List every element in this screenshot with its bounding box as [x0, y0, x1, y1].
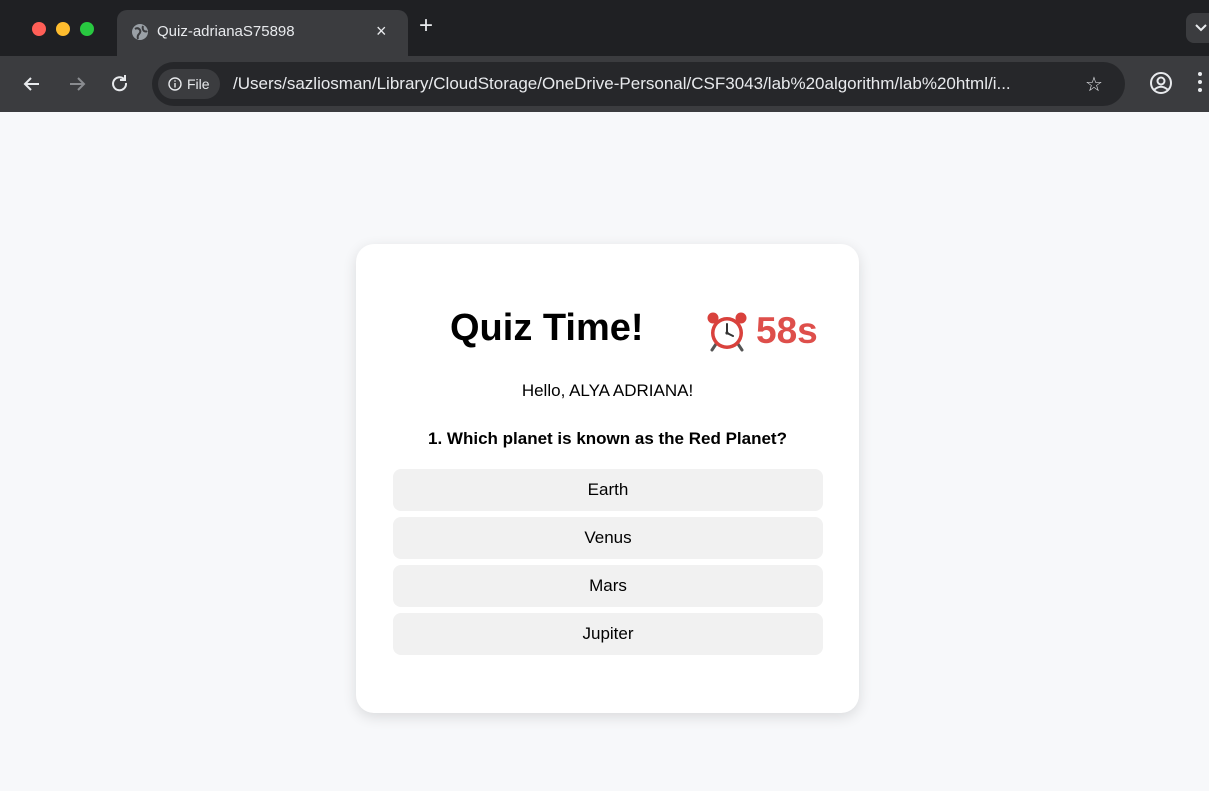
answer-options: Earth Venus Mars Jupiter	[393, 469, 823, 661]
tab-title: Quiz-adrianaS75898	[157, 23, 295, 40]
tab-search-button[interactable]	[1186, 13, 1209, 43]
tab-strip: Quiz-adrianaS75898 × +	[0, 0, 1209, 56]
globe-icon	[132, 24, 148, 40]
greeting-text: Hello, ALYA ADRIANA!	[521, 381, 694, 400]
more-menu-icon[interactable]	[1195, 72, 1205, 96]
quiz-card: Quiz Time! 58s Hello, ALYA ADRIANA! 1. W…	[356, 244, 859, 713]
maximize-window-button[interactable]	[80, 22, 94, 36]
address-bar[interactable]: File /Users/sazliosman/Library/CloudStor…	[152, 62, 1125, 106]
quiz-title: Quiz Time!	[450, 307, 644, 349]
option-earth-button[interactable]: Earth	[393, 469, 823, 511]
bookmark-star-icon[interactable]: ☆	[1085, 72, 1103, 97]
browser-tab-active[interactable]: Quiz-adrianaS75898 ×	[117, 10, 408, 56]
timer-seconds: 58s	[756, 310, 818, 351]
new-tab-button[interactable]: +	[419, 14, 433, 38]
alarm-clock-icon	[707, 312, 747, 352]
option-jupiter-button[interactable]: Jupiter	[393, 613, 823, 655]
forward-arrow-icon[interactable]	[65, 72, 89, 96]
quiz-timer: 58s	[706, 310, 818, 352]
chevron-down-icon	[1195, 24, 1207, 32]
tab-close-button[interactable]: ×	[376, 21, 387, 42]
url-text[interactable]: /Users/sazliosman/Library/CloudStorage/O…	[233, 74, 1011, 94]
question-text: 1. Which planet is known as the Red Plan…	[428, 429, 787, 448]
close-window-button[interactable]	[32, 22, 46, 36]
minimize-window-button[interactable]	[56, 22, 70, 36]
reload-icon[interactable]	[108, 72, 132, 96]
profile-icon[interactable]	[1148, 70, 1174, 96]
option-mars-button[interactable]: Mars	[393, 565, 823, 607]
browser-toolbar: File /Users/sazliosman/Library/CloudStor…	[0, 56, 1209, 112]
site-info-chip[interactable]: File	[158, 69, 220, 99]
back-arrow-icon[interactable]	[20, 72, 44, 96]
option-venus-button[interactable]: Venus	[393, 517, 823, 559]
info-icon	[168, 77, 182, 91]
site-info-label: File	[187, 76, 210, 92]
